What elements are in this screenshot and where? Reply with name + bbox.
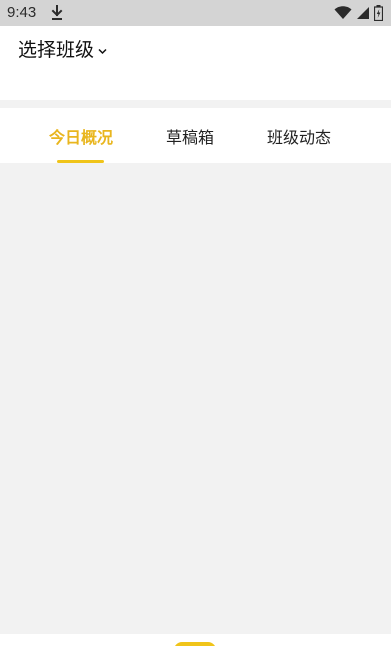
- cell-signal-icon: [357, 7, 369, 19]
- download-arrow-icon: [51, 5, 63, 20]
- tab-today-overview[interactable]: 今日概况: [40, 108, 122, 163]
- bottom-nav: [0, 634, 391, 646]
- wifi-icon: [334, 6, 352, 19]
- tab-drafts[interactable]: 草稿箱: [150, 108, 230, 163]
- header: 选择班级: [0, 26, 391, 100]
- status-icons: [334, 5, 383, 21]
- status-bar: 9:43: [0, 0, 391, 26]
- tab-label: 今日概况: [48, 127, 113, 147]
- tab-class-updates[interactable]: 班级动态: [257, 108, 341, 163]
- content-area[interactable]: [0, 163, 391, 634]
- tab-label: 草稿箱: [165, 127, 214, 147]
- tab-bar: 今日概况 草稿箱 班级动态: [0, 108, 391, 163]
- class-selector[interactable]: 选择班级: [18, 38, 107, 62]
- status-time: 9:43: [7, 4, 37, 21]
- chevron-down-icon: [98, 48, 107, 54]
- tab-label: 班级动态: [266, 127, 331, 147]
- bottom-nav-center-button[interactable]: [174, 642, 216, 646]
- battery-icon: [374, 5, 383, 21]
- class-selector-label: 选择班级: [18, 39, 95, 61]
